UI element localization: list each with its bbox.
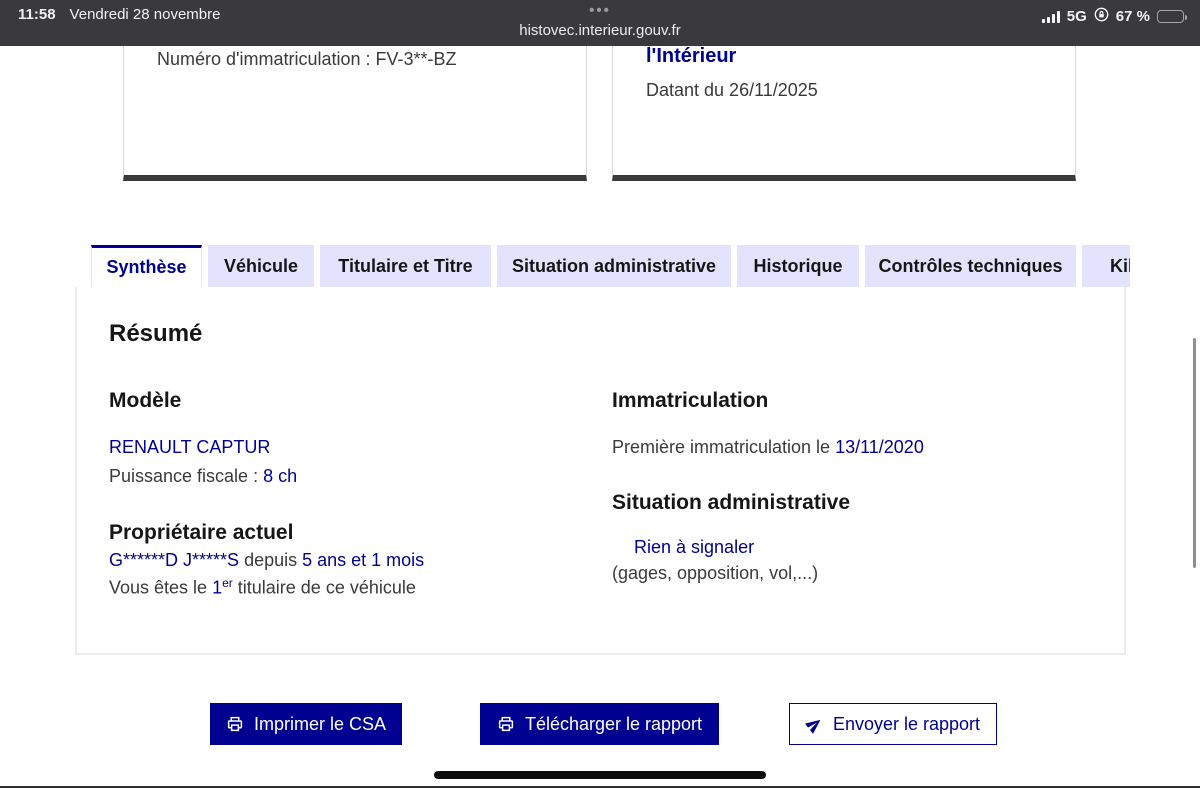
status-bar: 11:58 Vendredi 28 novembre ••• histovec.… xyxy=(0,0,1200,46)
model-name-value: RENAULT CAPTUR xyxy=(109,437,271,457)
download-report-button[interactable]: Télécharger le rapport xyxy=(480,703,719,745)
printer-icon xyxy=(497,715,515,733)
tab-vehicule[interactable]: Véhicule xyxy=(208,245,314,287)
first-registration-line: Première immatriculation le 13/11/2020 xyxy=(612,437,924,457)
holder-line: Vous êtes le 1er titulaire de ce véhicul… xyxy=(109,576,416,598)
home-indicator[interactable] xyxy=(434,771,766,779)
printer-icon xyxy=(226,715,244,733)
owner-duration-value: 5 ans et 1 mois xyxy=(302,550,425,570)
admin-status-detail: (gages, opposition, vol,...) xyxy=(612,563,819,583)
battery-percent-label: 67 % xyxy=(1115,8,1150,25)
holder-ordinal: er xyxy=(222,576,233,590)
synthese-panel: Résumé Modèle RENAULT CAPTUR Puissance f… xyxy=(75,287,1126,655)
certificate-date-text: Datant du 26/11/2025 xyxy=(646,80,818,100)
scrollbar-thumb[interactable] xyxy=(1193,338,1196,568)
owner-since-label: depuis xyxy=(239,550,303,570)
resume-heading: Résumé xyxy=(109,320,203,347)
battery-icon xyxy=(1157,10,1187,23)
cellular-signal-icon xyxy=(1041,10,1060,23)
tab-historique[interactable]: Historique xyxy=(737,245,859,287)
model-heading: Modèle xyxy=(109,389,182,412)
immatriculation-heading: Immatriculation xyxy=(612,389,769,412)
actions-row: Imprimer le CSA Télécharger le rapport E… xyxy=(0,703,1200,745)
holder-number-value: 1 xyxy=(212,577,223,598)
tab-synthese[interactable]: Synthèse xyxy=(91,245,202,287)
tab-overflow-dots-icon[interactable]: ••• xyxy=(0,2,1200,19)
admin-status-value: Rien à signaler xyxy=(634,537,755,557)
certificate-issuer-text: l'Intérieur xyxy=(646,46,737,67)
owner-name-value: G******D J*****S xyxy=(109,550,240,570)
send-report-button[interactable]: Envoyer le rapport xyxy=(789,703,997,745)
orientation-lock-icon xyxy=(1094,7,1109,26)
tab-situation-administrative[interactable]: Situation administrative xyxy=(497,245,731,287)
first-registration-date: 13/11/2020 xyxy=(835,437,924,457)
owner-heading: Propriétaire actuel xyxy=(109,521,294,544)
registration-document-card: Numéro d'immatriculation : FV-3**-BZ xyxy=(123,46,587,181)
fiscal-power-line: Puissance fiscale : 8 ch xyxy=(109,466,297,487)
certificate-document-card: l'Intérieur Datant du 26/11/2025 xyxy=(612,46,1076,181)
network-type-label: 5G xyxy=(1066,8,1087,25)
tab-controles-techniques[interactable]: Contrôles techniques xyxy=(865,245,1076,287)
send-icon xyxy=(803,712,827,736)
tab-kilometrage-clipped[interactable]: Kil xyxy=(1082,245,1130,287)
tab-titulaire-et-titre[interactable]: Titulaire et Titre xyxy=(320,245,491,287)
address-bar-url[interactable]: histovec.interieur.gouv.fr xyxy=(0,22,1200,39)
browser-viewport: 11:58 Vendredi 28 novembre ••• histovec.… xyxy=(0,0,1200,788)
report-tabbar: Synthèse Véhicule Titulaire et Titre Sit… xyxy=(91,245,1130,287)
owner-line: G******D J*****S depuis 5 ans et 1 mois xyxy=(109,550,424,571)
admin-status-heading: Situation administrative xyxy=(612,491,851,514)
print-csa-button[interactable]: Imprimer le CSA xyxy=(210,703,402,745)
registration-number-text: Numéro d'immatriculation : FV-3**-BZ xyxy=(157,49,457,69)
fiscal-power-value: 8 ch xyxy=(263,466,298,486)
fiscal-power-label: Puissance fiscale : xyxy=(109,466,264,486)
